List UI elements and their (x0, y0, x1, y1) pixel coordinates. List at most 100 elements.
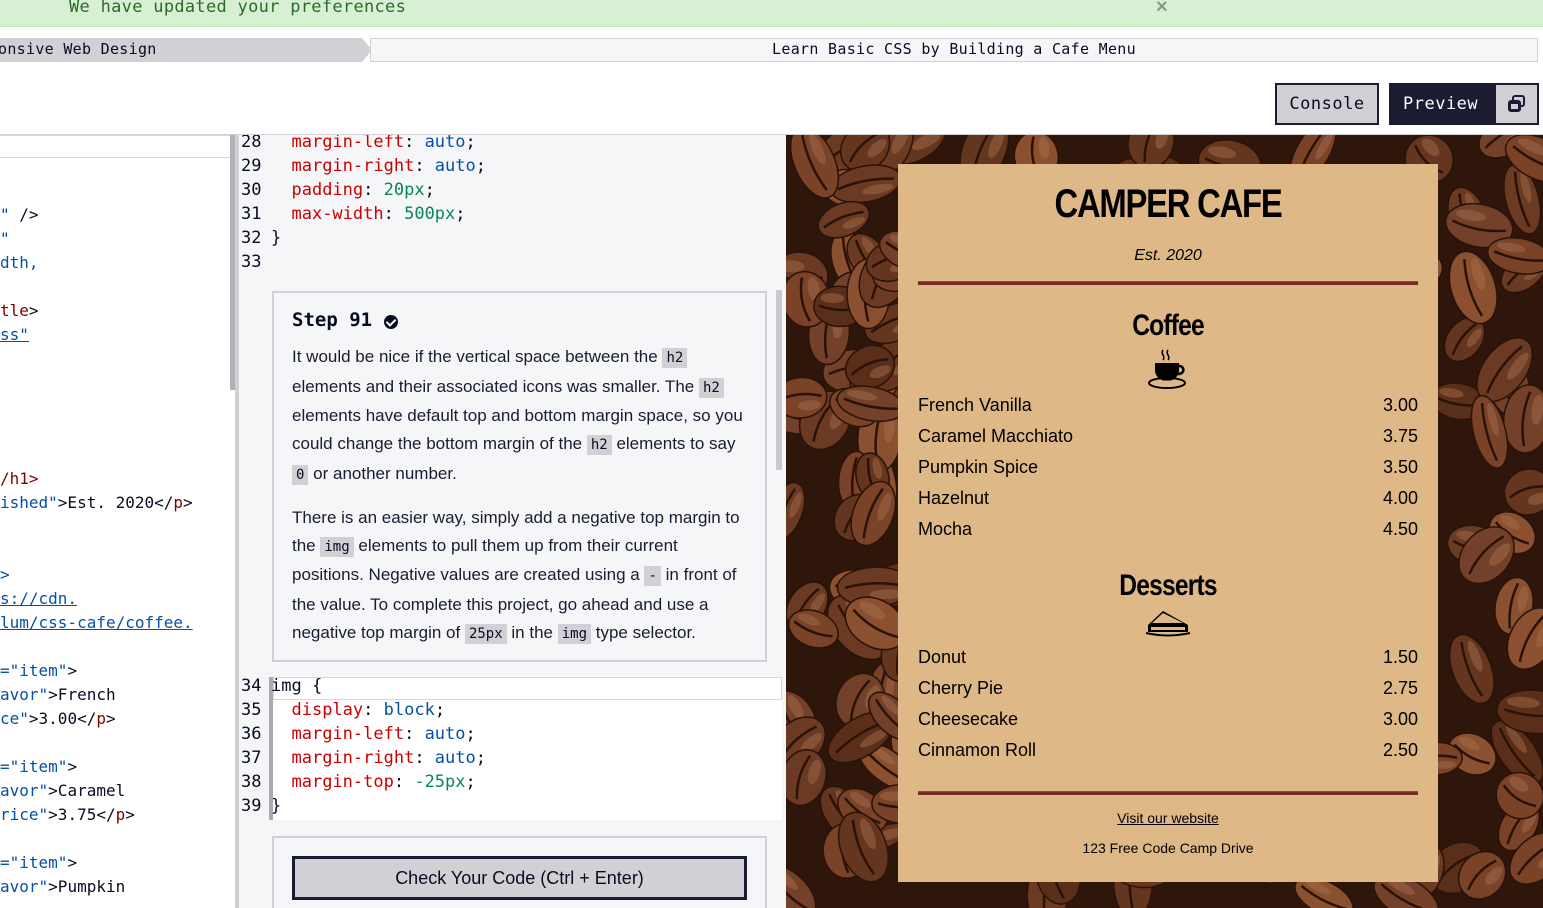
code-token: : (363, 180, 384, 200)
menu-item-price: 2.50 (1382, 740, 1418, 760)
code-token: > (67, 757, 78, 776)
code-token: > (0, 565, 10, 584)
code-token: >3.00</ (28, 709, 97, 728)
code-token: ; (465, 772, 476, 792)
pie-icon (1145, 608, 1191, 643)
menu-item: Hazelnut 4.00 (918, 488, 1418, 512)
code-token: p (115, 805, 126, 824)
code-line: 31 max-width: 500px; (239, 204, 466, 228)
code-token: > (105, 709, 116, 728)
code-line: 35 display: block; (239, 700, 445, 724)
code-line: " /> (0, 205, 39, 224)
line-number: 28 (241, 135, 262, 152)
css-property: margin-left (291, 135, 405, 152)
code-line: 32} (239, 228, 281, 252)
code-line: avor">Pumpkin (0, 877, 125, 896)
menu-item-price: 2.75 (1382, 678, 1418, 698)
breadcrumb-course-label: onsive Web Design (0, 40, 157, 58)
code-token: : (404, 724, 425, 744)
html-editor[interactable]: " /> " dth, tle> ss"/h1> ished">Est. 2020</p>… (0, 135, 237, 908)
code-token: p (96, 709, 106, 728)
breadcrumb-course[interactable]: onsive Web Design (0, 38, 372, 62)
code-token: > (125, 805, 135, 824)
code-token: lum/css-cafe/coffee. (0, 613, 193, 632)
inline-code: h2 (662, 348, 688, 368)
step-title: Step 91 (292, 309, 373, 331)
css-value: block (383, 700, 435, 720)
code-token: img { (271, 676, 323, 696)
menu-item-price: 3.50 (1382, 457, 1418, 477)
inline-code: 0 (292, 464, 309, 485)
breadcrumb-project[interactable]: Learn Basic CSS by Building a Cafe Menu (370, 38, 1538, 62)
popout-icon[interactable] (1496, 85, 1537, 123)
paragraph-text: in the (506, 622, 558, 642)
close-icon[interactable]: × (1156, 0, 1168, 19)
menu-item: Cherry Pie 2.75 (918, 678, 1418, 702)
line-number: 37 (241, 748, 262, 768)
code-token: ="item" (0, 661, 68, 680)
menu-item-price: 3.75 (1382, 426, 1418, 446)
code-token: dth, (0, 253, 39, 272)
desserts-heading: Desserts (1119, 569, 1217, 602)
code-line: avor">Caramel (0, 781, 125, 800)
preview-button-label: Preview (1403, 94, 1479, 114)
code-token: rice" (0, 805, 49, 824)
menu-item-flavor: Pumpkin Spice (918, 457, 1039, 477)
code-line: ished">Est. 2020</p> (0, 493, 193, 512)
inline-code: 25px (464, 623, 507, 644)
code-token: } (271, 228, 282, 248)
css-editor-scrollbar[interactable] (776, 290, 782, 470)
check-circle-icon (384, 315, 398, 329)
css-property: margin-right (291, 156, 415, 176)
editor-toolbar: Console Preview (0, 70, 1543, 135)
menu-item: Pumpkin Spice 3.50 (918, 457, 1418, 481)
step-paragraph-1: It would be nice if the vertical space b… (292, 343, 752, 490)
code-line: lum/css-cafe/coffee. (0, 613, 193, 632)
css-property: display (291, 700, 364, 720)
menu-established: Est. 2020 (1134, 247, 1202, 264)
menu-item: French Vanilla 3.00 (918, 395, 1418, 419)
paragraph-text: type selector. (591, 622, 696, 642)
code-line: ce">3.00</p> (0, 709, 116, 728)
code-token: : (383, 204, 405, 224)
check-code-button[interactable]: Check Your Code (Ctrl + Enter) (292, 856, 747, 900)
code-token: > (67, 661, 78, 680)
code-token: : (404, 135, 425, 152)
code-token: ; (424, 180, 435, 200)
code-token: /h1> (0, 469, 39, 488)
code-token: : (363, 700, 384, 720)
inline-code: img (320, 536, 354, 557)
preview-button[interactable]: Preview (1389, 83, 1539, 125)
code-line: tle> (0, 301, 39, 320)
css-value: auto (434, 748, 476, 768)
menu-item-flavor: Cheesecake (918, 709, 1019, 729)
code-token: ce" (0, 709, 29, 728)
css-property: padding (291, 180, 364, 200)
code-token: p (173, 493, 184, 512)
line-number: 38 (241, 772, 262, 792)
code-token: ; (465, 135, 476, 152)
code-line: ="item"> (0, 661, 77, 680)
code-line: 38 margin-top: -25px; (239, 772, 476, 796)
console-button[interactable]: Console (1275, 83, 1379, 125)
visit-website-link[interactable]: Visit our website (898, 810, 1438, 826)
step-paragraph-2: There is an easier way, simply add a neg… (292, 504, 752, 649)
line-number: 39 (241, 796, 262, 816)
coffee-heading: Coffee (1132, 309, 1204, 342)
inline-code: h2 (586, 435, 612, 456)
code-token: >Pumpkin (48, 877, 126, 896)
step-instructions: Step 91 It would be nice if the vertical… (272, 291, 767, 662)
css-property: max-width (291, 204, 384, 224)
code-line: dth, (0, 253, 39, 272)
code-token: > (183, 493, 193, 512)
line-number: 31 (241, 204, 262, 224)
css-property: margin-top (291, 772, 394, 792)
code-token: : (414, 748, 435, 768)
flash-message: We have updated your preferences (69, 0, 407, 17)
css-value: auto (424, 135, 466, 152)
code-token: ; (475, 748, 486, 768)
